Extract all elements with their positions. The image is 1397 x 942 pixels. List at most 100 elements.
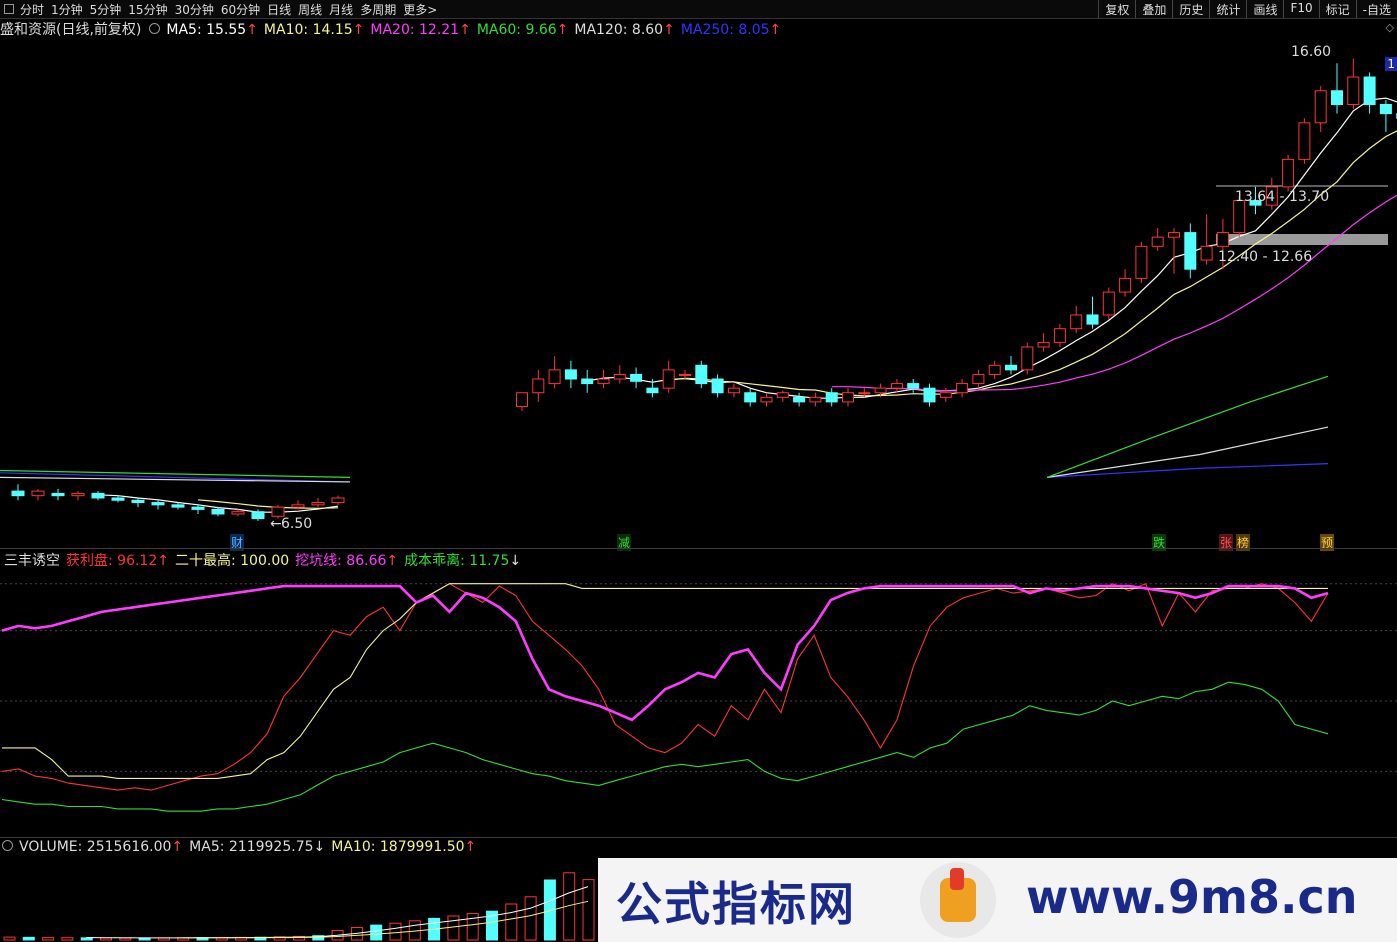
candle[interactable] xyxy=(630,367,643,389)
candle[interactable] xyxy=(597,369,610,389)
candle[interactable] xyxy=(548,356,561,389)
candle[interactable] xyxy=(71,491,85,501)
candle[interactable] xyxy=(1135,241,1148,283)
volume-bar[interactable] xyxy=(80,937,93,941)
price-chart[interactable] xyxy=(0,40,1397,535)
tab-7[interactable]: 周线 xyxy=(298,1,322,18)
collapse-icon[interactable]: ◇ xyxy=(1386,21,1394,34)
volume-bar[interactable] xyxy=(100,937,112,941)
candle[interactable] xyxy=(679,369,691,380)
candle[interactable] xyxy=(1005,356,1017,375)
candle[interactable] xyxy=(613,365,626,384)
ma60-line xyxy=(1046,375,1329,478)
volume-bar[interactable] xyxy=(22,936,35,941)
tab-5[interactable]: 60分钟 xyxy=(221,1,260,18)
candle[interactable] xyxy=(311,497,325,508)
tab-10[interactable]: 更多> xyxy=(403,1,437,18)
volume-bar[interactable] xyxy=(3,936,16,941)
volume-bar[interactable] xyxy=(582,879,595,941)
tab-2[interactable]: 5分钟 xyxy=(90,1,122,18)
tab-9[interactable]: 多周期 xyxy=(360,1,396,18)
candle[interactable] xyxy=(532,369,545,402)
candle[interactable] xyxy=(907,379,920,393)
candle[interactable] xyxy=(1331,63,1343,114)
menu-square-icon[interactable] xyxy=(4,4,14,14)
candle[interactable] xyxy=(727,383,740,398)
tab-8[interactable]: 月线 xyxy=(329,1,353,18)
series-0 xyxy=(1,582,1329,791)
candle[interactable] xyxy=(1151,228,1164,251)
candle[interactable] xyxy=(151,500,165,510)
candle[interactable] xyxy=(956,379,969,398)
indicator-chart[interactable] xyxy=(0,568,1397,836)
candle[interactable] xyxy=(711,374,724,398)
candle[interactable] xyxy=(1021,342,1034,375)
candle[interactable] xyxy=(131,497,145,508)
candle[interactable] xyxy=(1282,154,1295,192)
tab-3[interactable]: 15分钟 xyxy=(128,1,167,18)
candle[interactable] xyxy=(923,383,936,407)
candle[interactable] xyxy=(1379,99,1392,132)
candle[interactable] xyxy=(1363,72,1376,114)
candle[interactable] xyxy=(744,388,757,407)
candle[interactable] xyxy=(31,488,45,501)
candle[interactable] xyxy=(1086,296,1099,329)
tool-0[interactable]: 复权 xyxy=(1098,0,1135,18)
candle[interactable] xyxy=(809,392,822,407)
candle[interactable] xyxy=(825,388,838,407)
candle[interactable] xyxy=(564,360,577,389)
candle[interactable] xyxy=(1314,86,1327,132)
candle[interactable] xyxy=(1037,333,1050,352)
ma-legend-4: MA120: 8.60 xyxy=(574,22,664,38)
tab-4[interactable]: 30分钟 xyxy=(175,1,214,18)
candle[interactable] xyxy=(331,495,345,505)
tab-6[interactable]: 日线 xyxy=(267,1,291,18)
zone-label-1: 13.64 - 13.70 xyxy=(1235,189,1330,205)
candle[interactable] xyxy=(1053,324,1066,347)
tool-3[interactable]: 统计 xyxy=(1209,0,1246,18)
candle[interactable] xyxy=(191,504,205,514)
candle[interactable] xyxy=(1200,214,1213,265)
candle[interactable] xyxy=(793,392,806,407)
settings-toggle-icon[interactable] xyxy=(149,23,161,34)
candle[interactable] xyxy=(1102,287,1115,320)
tab-1[interactable]: 1分钟 xyxy=(51,1,83,18)
tab-0[interactable]: 分时 xyxy=(20,1,44,18)
volume-toggle-icon[interactable] xyxy=(2,840,13,851)
volume-bar[interactable] xyxy=(505,903,518,941)
candle[interactable] xyxy=(988,360,1001,380)
candle[interactable] xyxy=(776,390,789,402)
vol-legend-1: MA5: 2119925.75 xyxy=(189,839,314,855)
tool-7[interactable]: -自选 xyxy=(1355,0,1397,18)
candle[interactable] xyxy=(662,360,675,393)
candle[interactable] xyxy=(1347,58,1360,110)
tool-2[interactable]: 历史 xyxy=(1172,0,1209,18)
volume-bar[interactable] xyxy=(42,937,55,941)
candle[interactable] xyxy=(91,491,105,501)
tool-4[interactable]: 画线 xyxy=(1246,0,1283,18)
volume-bar[interactable] xyxy=(447,915,460,941)
indicator-legend: 三丰诱空 获利盘: 96.12↑ 二十最高: 100.00 挖坑线: 86.66↑ 成本… xyxy=(0,550,533,570)
candle[interactable] xyxy=(695,360,708,389)
candle[interactable] xyxy=(1184,223,1197,279)
candle[interactable] xyxy=(1298,118,1311,164)
tool-6[interactable]: 标记 xyxy=(1318,0,1356,18)
candle[interactable] xyxy=(842,388,854,407)
volume-bar[interactable] xyxy=(370,924,383,941)
tool-1[interactable]: 叠加 xyxy=(1135,0,1172,18)
tool-5[interactable]: F10 xyxy=(1283,0,1318,18)
vol-legend-0: VOLUME: 2515616.00 xyxy=(19,839,172,855)
candle[interactable] xyxy=(11,484,25,501)
candle[interactable] xyxy=(581,369,594,393)
volume-bar[interactable] xyxy=(524,896,537,941)
candle[interactable] xyxy=(1070,305,1083,334)
candle[interactable] xyxy=(516,392,528,412)
candle[interactable] xyxy=(1119,269,1132,297)
volume-bar[interactable] xyxy=(119,937,132,941)
volume-bar[interactable] xyxy=(61,937,74,941)
candle[interactable] xyxy=(972,369,985,389)
volume-bar[interactable] xyxy=(389,922,402,941)
candle[interactable] xyxy=(1168,228,1180,274)
candle[interactable] xyxy=(760,392,773,407)
candle[interactable] xyxy=(51,488,65,501)
